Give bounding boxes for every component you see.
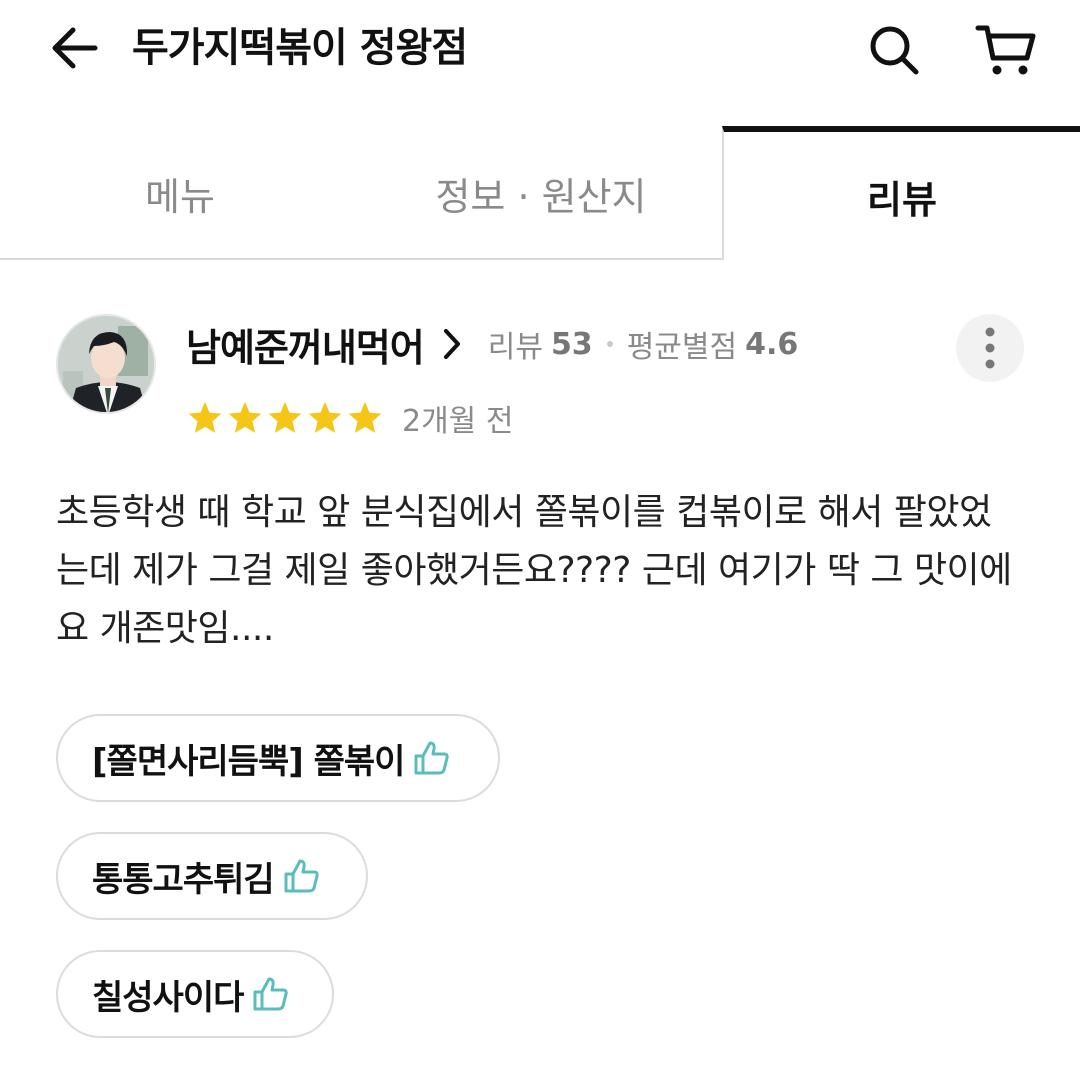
tab-review[interactable]: 리뷰 <box>722 126 1080 260</box>
thumbs-up-icon <box>282 857 320 895</box>
review-count: 53 <box>550 326 593 362</box>
cart-icon <box>975 25 1036 75</box>
reviewer-name[interactable]: 남예준꺼내먹어 <box>186 317 425 372</box>
tab-bar: 메뉴 정보 · 원산지 리뷰 <box>0 126 1080 262</box>
reviewer-avatar[interactable] <box>56 314 156 414</box>
top-app-bar: 두가지떡볶이 정왕점 <box>0 0 1080 96</box>
liked-menu-label: 통통고추튀김 <box>92 859 275 900</box>
arrow-left-icon <box>52 27 98 69</box>
liked-menu-chip[interactable]: 칠성사이다 <box>56 950 334 1038</box>
tab-divider <box>0 258 722 260</box>
more-options-button[interactable] <box>956 314 1024 382</box>
reviewer-stats: 리뷰 53 평균별점 4.6 <box>488 322 799 366</box>
tab-info-origin[interactable]: 정보 · 원산지 <box>360 126 722 260</box>
liked-menu-chip[interactable]: [쫄면사리듬뿍] 쫄볶이 <box>56 714 500 802</box>
search-button[interactable] <box>862 18 926 82</box>
search-icon <box>870 26 919 75</box>
chevron-right-icon[interactable] <box>442 324 470 364</box>
rating-row: 2개월 전 <box>186 394 513 442</box>
reviewer-info: 남예준꺼내먹어 리뷰 53 평균별점 4.6 <box>186 316 798 372</box>
star-icon <box>268 401 302 433</box>
star-icon <box>308 401 342 433</box>
star-icon <box>188 401 222 433</box>
review-count-label: 리뷰 <box>487 330 543 365</box>
star-rating <box>186 399 384 437</box>
liked-menu-label: 칠성사이다 <box>92 977 244 1018</box>
store-title: 두가지떡볶이 정왕점 <box>132 25 468 71</box>
star-icon <box>228 401 262 433</box>
avg-rating: 4.6 <box>745 326 799 362</box>
thumbs-up-icon <box>412 739 450 777</box>
separator-dot <box>606 341 613 347</box>
avg-rating-label: 평균별점 <box>626 330 738 365</box>
tab-menu[interactable]: 메뉴 <box>0 126 360 260</box>
cart-button[interactable] <box>972 18 1040 82</box>
liked-menu-label: [쫄면사리듬뿍] 쫄볶이 <box>92 741 405 782</box>
star-icon <box>348 401 382 433</box>
more-vertical-icon <box>985 327 995 369</box>
thumbs-up-icon <box>251 975 289 1013</box>
review-time: 2개월 전 <box>402 404 514 439</box>
liked-menu-chip[interactable]: 통통고추튀김 <box>56 832 368 920</box>
review-body: 초등학생 때 학교 앞 분식집에서 쫄볶이를 컵볶이로 해서 팔았었는데 제가 … <box>56 492 1012 649</box>
avatar-image <box>58 316 154 412</box>
back-button[interactable] <box>46 20 102 76</box>
